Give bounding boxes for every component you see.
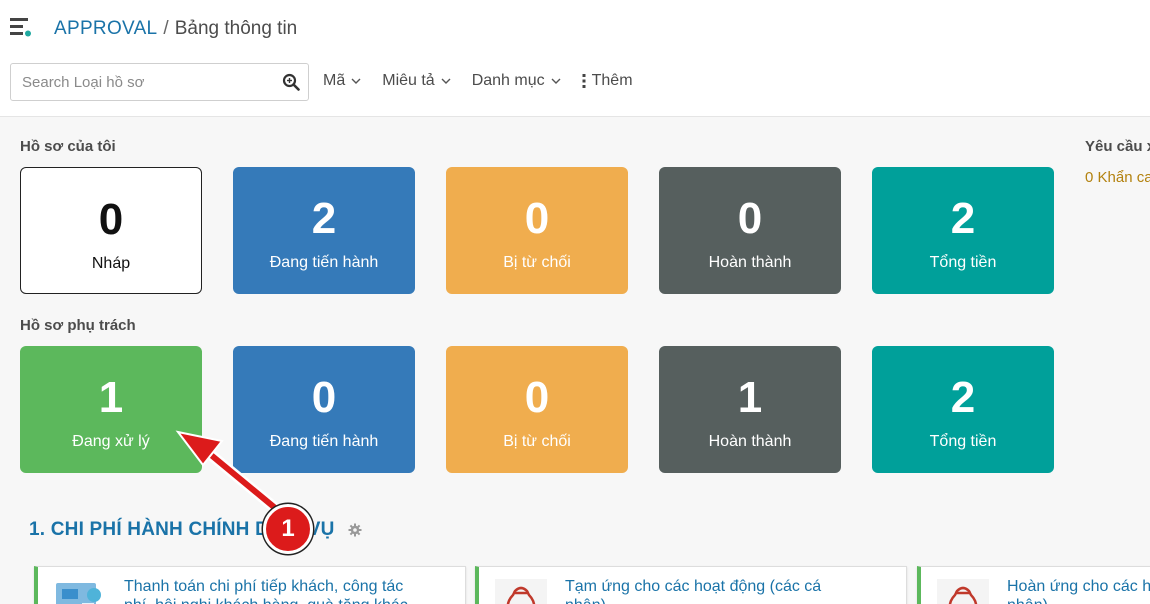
menu-icon[interactable] xyxy=(10,17,32,37)
card-label: Bị từ chối xyxy=(503,254,571,271)
chevron-down-icon xyxy=(351,78,361,84)
card-value: 0 xyxy=(524,194,550,243)
card-label: Tổng tiền xyxy=(929,254,997,271)
more-filters-button[interactable]: Thêm xyxy=(582,71,633,91)
card-value: 0 xyxy=(524,373,550,422)
breadcrumb-app-link[interactable]: APPROVAL xyxy=(54,18,157,39)
gear-icon[interactable] xyxy=(348,523,362,537)
card-label: Đang tiến hành xyxy=(269,254,379,271)
card-label: Đang xử lý xyxy=(72,433,150,450)
card-value: 0 xyxy=(311,373,337,422)
card-completed[interactable]: 0 Hoàn thành xyxy=(659,167,841,294)
document-illustration-icon xyxy=(56,583,101,604)
card-label: Đang tiến hành xyxy=(269,433,379,450)
my-docs-heading: Hồ sơ của tôi xyxy=(20,138,116,155)
doc-type-card[interactable]: Hoàn ứng cho các h nhân) xyxy=(917,566,1150,604)
card-label: Hoàn thành xyxy=(708,433,792,450)
card-processing[interactable]: 1 Đang xử lý xyxy=(20,346,202,473)
money-bag-icon xyxy=(495,579,547,604)
filter-ma-dropdown[interactable]: Mã xyxy=(323,71,361,91)
urgent-requests-link[interactable]: 0 Khẩn ca xyxy=(1085,169,1150,186)
filter-bar: Mã Miêu tả Danh mục Thêm xyxy=(323,71,654,91)
card-in-progress[interactable]: 0 Đang tiến hành xyxy=(233,346,415,473)
card-label: Nháp xyxy=(91,255,131,272)
more-filters-label: Thêm xyxy=(591,72,633,89)
card-label: Hoàn thành xyxy=(708,254,792,271)
page-title: Bảng thông tin xyxy=(174,18,298,39)
card-value: 2 xyxy=(950,194,976,243)
card-value: 1 xyxy=(737,373,763,422)
card-in-progress[interactable]: 2 Đang tiến hành xyxy=(233,167,415,294)
doc-type-card[interactable]: Tạm ứng cho các hoạt động (các cá nhân) xyxy=(475,566,907,604)
card-total[interactable]: 2 Tổng tiền xyxy=(872,167,1054,294)
more-vertical-icon xyxy=(582,74,586,88)
filter-mieu-ta-dropdown[interactable]: Miêu tả xyxy=(382,71,451,91)
card-completed[interactable]: 1 Hoàn thành xyxy=(659,346,841,473)
filter-ma-label: Mã xyxy=(323,72,346,89)
breadcrumb: APPROVAL / Bảng thông tin xyxy=(54,17,297,41)
card-value: 1 xyxy=(98,373,124,422)
search-icon[interactable] xyxy=(282,73,300,91)
card-value: 0 xyxy=(98,195,124,244)
search-input[interactable] xyxy=(11,64,277,100)
card-label: Bị từ chối xyxy=(503,433,571,450)
top-bar: APPROVAL /Bảng thông tin Mã Miêu tả Danh … xyxy=(0,0,1150,117)
card-value: 2 xyxy=(950,373,976,422)
doc-type-title: Hoàn ứng cho các h nhân) xyxy=(1007,578,1150,604)
card-value: 0 xyxy=(737,194,763,243)
doc-type-title: Thanh toán chi phí tiếp khách, công tác … xyxy=(124,578,408,604)
card-rejected[interactable]: 0 Bị từ chối xyxy=(446,167,628,294)
card-label: Tổng tiền xyxy=(929,433,997,450)
chevron-down-icon xyxy=(441,78,451,84)
doc-type-card[interactable]: Thanh toán chi phí tiếp khách, công tác … xyxy=(34,566,466,604)
card-rejected[interactable]: 0 Bị từ chối xyxy=(446,346,628,473)
breadcrumb-separator: / xyxy=(163,18,169,39)
money-bag-icon xyxy=(937,579,989,604)
step-badge: 1 xyxy=(263,504,313,554)
doc-type-title: Tạm ứng cho các hoạt động (các cá nhân) xyxy=(565,578,822,604)
filter-danh-muc-dropdown[interactable]: Danh mục xyxy=(472,71,561,91)
requests-heading: Yêu cầu x xyxy=(1085,138,1150,155)
chevron-down-icon xyxy=(551,78,561,84)
filter-danh-muc-label: Danh mục xyxy=(471,72,545,89)
card-value: 2 xyxy=(311,194,337,243)
card-draft[interactable]: 0 Nháp xyxy=(20,167,202,294)
filter-mieu-ta-label: Miêu tả xyxy=(382,72,435,89)
search-box xyxy=(10,63,309,101)
card-total[interactable]: 2 Tổng tiền xyxy=(872,346,1054,473)
assigned-docs-heading: Hồ sơ phụ trách xyxy=(20,317,136,334)
